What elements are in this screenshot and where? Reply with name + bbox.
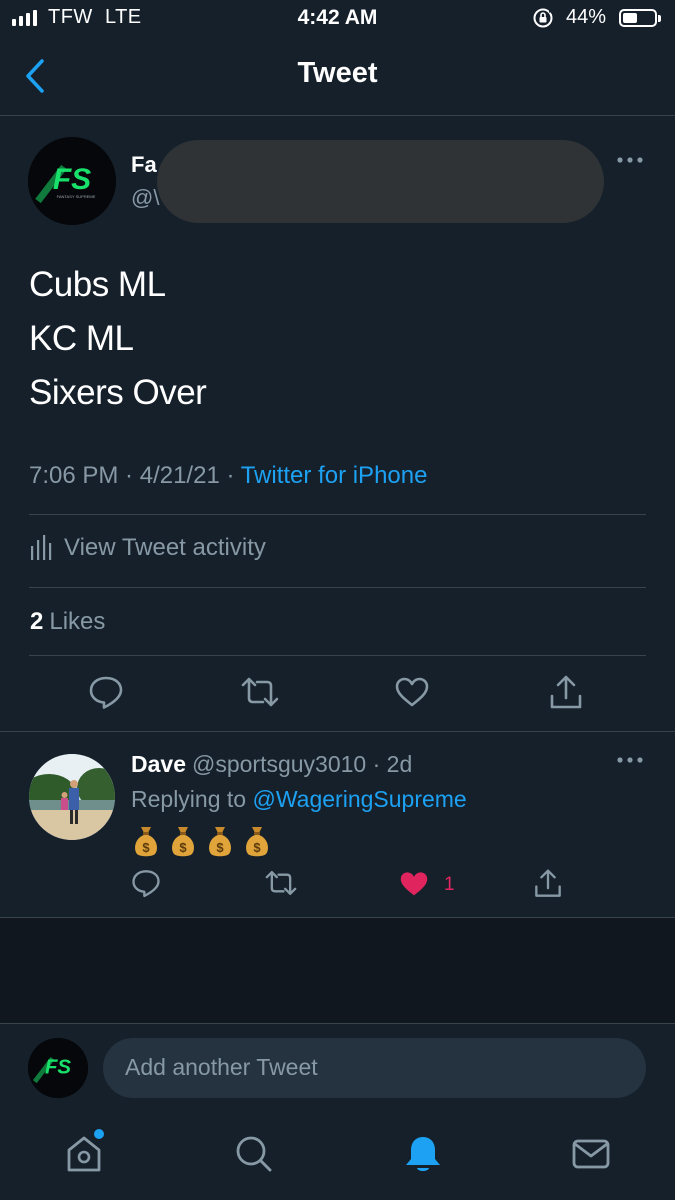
reply-icon	[89, 676, 123, 709]
reply-age: 2d	[386, 751, 413, 777]
home-notification-dot	[94, 1129, 104, 1139]
reply-avatar[interactable]	[29, 754, 115, 840]
mention-link[interactable]: @WageringSupreme	[252, 786, 466, 812]
replying-prefix: Replying to	[131, 786, 247, 812]
author-name[interactable]: Fa	[131, 152, 157, 178]
like-icon	[395, 677, 429, 707]
tweet-text-line: Sixers Over	[29, 373, 207, 412]
reply-header: Dave @sportsguy3010 · 2d	[131, 751, 413, 777]
svg-text:$: $	[253, 840, 261, 855]
share-button[interactable]	[548, 674, 584, 712]
tab-messages[interactable]	[571, 1133, 611, 1175]
reply-retweet-button[interactable]	[264, 868, 298, 898]
reply-like-count: 1	[444, 874, 455, 895]
tab-search[interactable]	[234, 1133, 274, 1175]
share-icon	[550, 675, 582, 709]
tweet-meta: 7:06 PM · 4/21/21 · Twitter for iPhone	[29, 462, 428, 489]
money-bag-icon: $	[246, 827, 268, 857]
reply-reply-button[interactable]	[131, 868, 161, 898]
divider	[29, 655, 646, 656]
compose-avatar[interactable]: FS	[28, 1038, 88, 1098]
tweet-source-link[interactable]: Twitter for iPhone	[241, 462, 428, 489]
search-icon	[236, 1136, 272, 1172]
reply-more-options-button[interactable]	[616, 755, 644, 765]
reply-author-name[interactable]: Dave	[131, 751, 186, 777]
redaction-overlay	[157, 140, 604, 223]
tab-home[interactable]	[64, 1133, 104, 1175]
reply-button[interactable]	[88, 674, 124, 710]
tweet-text-line: KC ML	[29, 319, 134, 358]
author-handle[interactable]: @\	[131, 185, 159, 211]
more-icon	[617, 157, 643, 163]
reply-author-handle[interactable]: @sportsguy3010	[192, 751, 366, 777]
divider	[29, 514, 646, 515]
heart-filled-icon	[400, 872, 428, 896]
svg-text:$: $	[179, 840, 187, 855]
tweet-time: 7:06 PM	[29, 462, 119, 489]
retweet-button[interactable]	[240, 674, 280, 710]
messages-icon	[572, 1139, 610, 1169]
replying-to: Replying to @WageringSupreme	[131, 786, 467, 813]
divider	[0, 1023, 675, 1024]
status-bar: TFW LTE 4:42 AM 44%	[0, 0, 675, 38]
analytics-icon	[31, 535, 52, 560]
logo-subtext: FANTASY SUPREME	[57, 194, 96, 199]
more-options-button[interactable]	[616, 155, 644, 165]
logo-text: FS	[45, 1055, 71, 1078]
likes-stat[interactable]: 2 Likes	[30, 608, 105, 636]
tweet-text-line: Cubs ML	[29, 265, 166, 304]
likes-label: Likes	[49, 608, 106, 635]
home-icon	[67, 1136, 101, 1172]
reply-like-button[interactable]	[398, 868, 430, 898]
money-bag-icon: $	[135, 827, 157, 857]
retweet-icon	[265, 871, 297, 895]
divider	[0, 731, 675, 732]
like-button[interactable]	[394, 674, 430, 710]
view-tweet-activity-button[interactable]: View Tweet activity	[30, 534, 266, 562]
money-bag-icon: $	[209, 827, 231, 857]
reply-emoji-row: $ $ $ $	[132, 823, 271, 857]
author-avatar[interactable]: FS FANTASY SUPREME	[28, 137, 116, 225]
svg-text:$: $	[142, 840, 150, 855]
header-divider	[0, 115, 675, 116]
logo-text: FS	[53, 163, 91, 196]
svg-text:$: $	[216, 840, 224, 855]
reply-share-button[interactable]	[533, 868, 563, 900]
battery-icon	[619, 9, 661, 27]
battery-percent: 44%	[566, 6, 607, 28]
empty-area	[0, 918, 675, 1023]
retweet-icon	[241, 677, 279, 707]
likes-count: 2	[30, 608, 44, 635]
divider	[29, 587, 646, 588]
tab-notifications[interactable]	[403, 1133, 443, 1175]
activity-label: View Tweet activity	[64, 534, 266, 561]
add-tweet-input[interactable]: Add another Tweet	[103, 1038, 646, 1098]
tweet-date: 4/21/21	[139, 462, 220, 489]
money-bag-icon: $	[172, 827, 194, 857]
profile-photo	[29, 754, 115, 840]
more-icon	[617, 757, 643, 763]
reply-icon	[132, 870, 160, 898]
share-icon	[535, 869, 561, 897]
notifications-icon	[406, 1137, 440, 1171]
page-title: Tweet	[297, 57, 378, 89]
rotation-lock-icon	[532, 7, 554, 29]
